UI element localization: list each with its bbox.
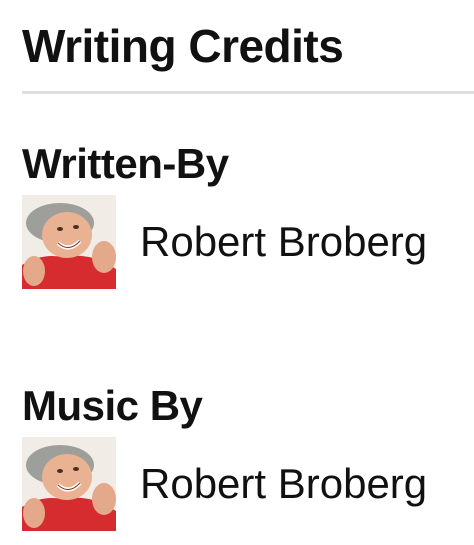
avatar xyxy=(22,194,116,289)
person-photo-icon xyxy=(22,436,116,531)
credit-name[interactable]: Robert Broberg xyxy=(140,459,427,509)
section-heading-written-by: Written-By xyxy=(22,140,229,187)
credit-row-written-by[interactable]: Robert Broberg xyxy=(22,194,474,289)
person-photo-icon xyxy=(22,194,116,289)
writing-credits-page: Writing Credits Written-By Robert Brober… xyxy=(0,0,474,545)
avatar xyxy=(22,436,116,531)
credit-name[interactable]: Robert Broberg xyxy=(140,217,427,267)
credit-row-music-by[interactable]: Robert Broberg xyxy=(22,436,474,531)
title-divider xyxy=(22,91,474,94)
page-title: Writing Credits xyxy=(22,20,344,72)
section-heading-music-by: Music By xyxy=(22,382,203,429)
